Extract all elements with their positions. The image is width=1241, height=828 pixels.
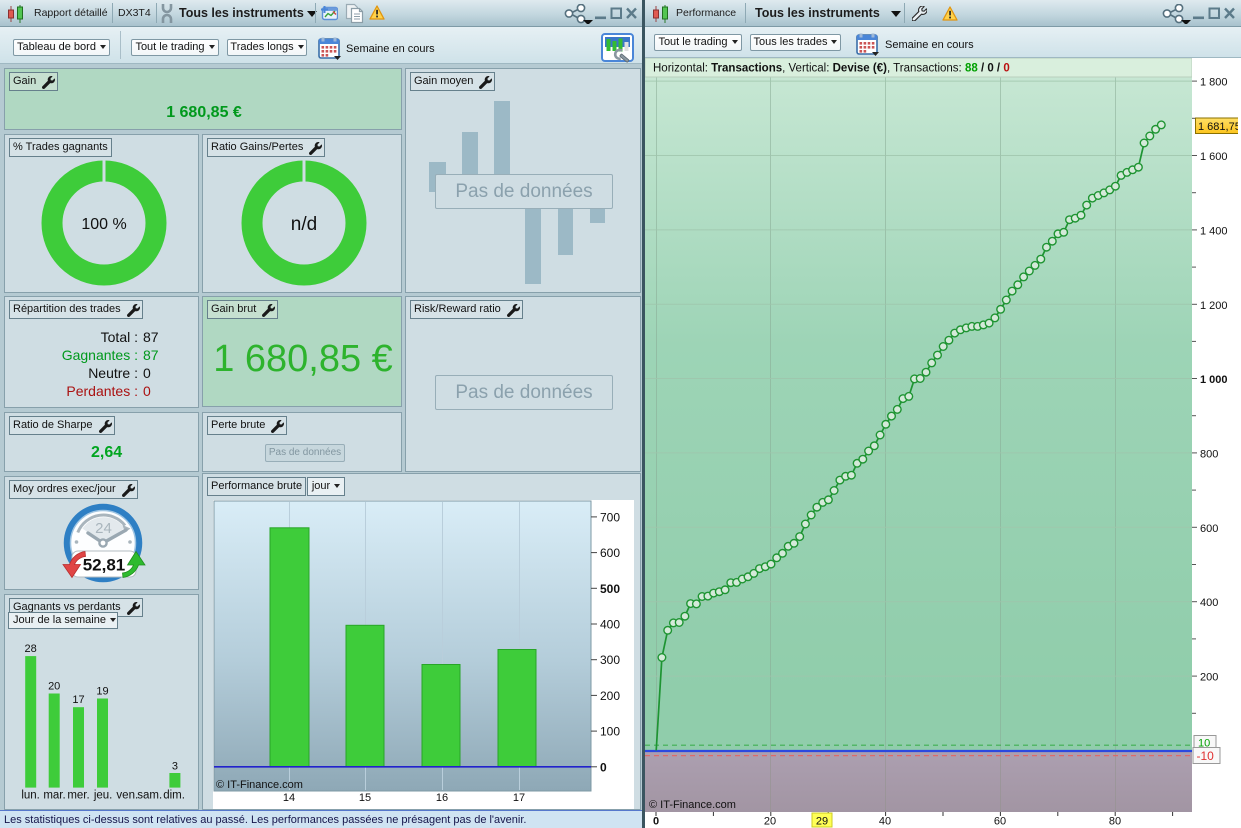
svg-text:40: 40 xyxy=(879,816,891,828)
svg-text:0: 0 xyxy=(653,816,659,828)
svg-text:800: 800 xyxy=(1200,448,1218,460)
svg-text:3: 3 xyxy=(172,761,178,773)
svg-text:1 000: 1 000 xyxy=(1200,374,1228,386)
svg-text:mer.: mer. xyxy=(67,790,89,802)
svg-text:300: 300 xyxy=(600,653,620,667)
svg-text:0: 0 xyxy=(600,760,607,774)
svg-text:100: 100 xyxy=(600,725,620,739)
svg-text:ven.: ven. xyxy=(116,790,138,802)
svg-text:400: 400 xyxy=(1200,597,1218,609)
svg-text:sam.: sam. xyxy=(137,790,162,802)
svg-text:17: 17 xyxy=(72,694,84,706)
svg-text:dim.: dim. xyxy=(163,790,185,802)
svg-text:1 800: 1 800 xyxy=(1200,77,1228,89)
svg-text:© IT-Finance.com: © IT-Finance.com xyxy=(216,779,303,791)
svg-text:Horizontal: Transactions, Vert: Horizontal: Transactions, Vertical: Devi… xyxy=(653,63,1010,75)
svg-text:20: 20 xyxy=(764,816,776,828)
svg-text:1 400: 1 400 xyxy=(1200,225,1228,237)
svg-text:1 600: 1 600 xyxy=(1200,151,1228,163)
svg-text:100 %: 100 % xyxy=(81,216,126,233)
svg-text:400: 400 xyxy=(600,618,620,632)
svg-text:-10: -10 xyxy=(1197,749,1215,763)
svg-text:15: 15 xyxy=(359,792,371,803)
svg-text:14: 14 xyxy=(283,792,295,803)
svg-text:jeu.: jeu. xyxy=(93,790,113,802)
svg-text:52,81: 52,81 xyxy=(83,556,126,575)
svg-text:19: 19 xyxy=(96,686,108,698)
svg-text:500: 500 xyxy=(600,582,620,596)
svg-text:lun.: lun. xyxy=(21,790,40,802)
svg-text:60: 60 xyxy=(994,816,1006,828)
svg-text:700: 700 xyxy=(600,510,620,524)
svg-text:80: 80 xyxy=(1109,816,1121,828)
svg-text:1 681,75: 1 681,75 xyxy=(1198,121,1238,133)
svg-text:n/d: n/d xyxy=(291,214,317,235)
svg-text:mar.: mar. xyxy=(43,790,65,802)
svg-text:29: 29 xyxy=(816,816,828,828)
svg-text:24: 24 xyxy=(95,520,112,537)
svg-text:© IT-Finance.com: © IT-Finance.com xyxy=(649,799,736,811)
svg-text:200: 200 xyxy=(1200,672,1218,684)
svg-text:17: 17 xyxy=(513,792,525,803)
svg-text:20: 20 xyxy=(48,681,60,693)
svg-text:600: 600 xyxy=(600,546,620,560)
svg-text:200: 200 xyxy=(600,689,620,703)
svg-text:1 200: 1 200 xyxy=(1200,300,1228,312)
svg-text:16: 16 xyxy=(436,792,448,803)
svg-text:28: 28 xyxy=(24,643,36,655)
svg-text:600: 600 xyxy=(1200,523,1218,535)
